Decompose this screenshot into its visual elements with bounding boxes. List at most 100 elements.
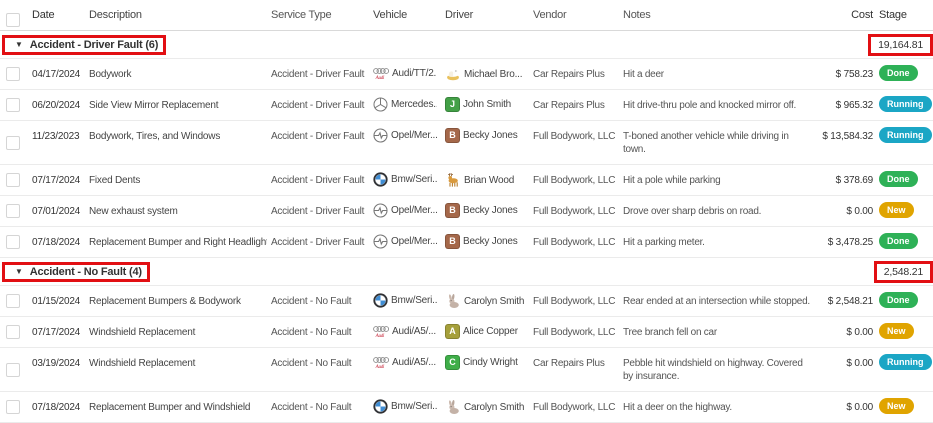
svg-text:Audi: Audi	[375, 76, 385, 80]
driver-cell: CCindy Wright	[439, 348, 527, 370]
table-row[interactable]: 07/17/2024Fixed DentsAccident - Driver F…	[0, 165, 933, 196]
table-row[interactable]: 07/18/2024Replacement Bumper and Right H…	[0, 227, 933, 258]
row-checkbox[interactable]	[6, 363, 20, 377]
highlight-box-group-total: 2,548.21	[874, 261, 933, 283]
table-row[interactable]: 01/15/2024Replacement Bumpers & Bodywork…	[0, 286, 933, 317]
vendor-cell: Full Bodywork, LLC	[527, 196, 617, 226]
notes-cell: Hit drive-thru pole and knocked mirror o…	[617, 90, 815, 120]
stage-cell: New	[875, 196, 933, 218]
rabbit-avatar-icon	[445, 293, 461, 309]
collapse-arrow-icon[interactable]: ▼	[15, 267, 23, 276]
date-cell: 07/01/2024	[26, 196, 83, 226]
service-type-cell: Accident - No Fault	[267, 317, 367, 347]
driver-cell: Carolyn Smith	[439, 286, 527, 309]
row-checkbox[interactable]	[6, 204, 20, 218]
row-checkbox[interactable]	[6, 400, 20, 414]
notes-cell: T-boned another vehicle while driving in…	[617, 121, 815, 164]
notes-cell: Hit a deer	[617, 59, 815, 89]
column-header-label: Service Type	[271, 9, 331, 21]
vendor-cell: Full Bodywork, LLC	[527, 392, 617, 422]
service-type-cell: Accident - Driver Fault	[267, 59, 367, 89]
select-all-checkbox[interactable]	[6, 13, 20, 27]
cost-cell: $ 3,478.25	[815, 227, 875, 257]
driver-initial-avatar: B	[445, 128, 460, 143]
table-row[interactable]: 11/23/2023Bodywork, Tires, and WindowsAc…	[0, 121, 933, 165]
cost-cell: $ 2,548.21	[815, 286, 875, 316]
column-header-select[interactable]	[0, 0, 26, 30]
row-checkbox[interactable]	[6, 173, 20, 187]
row-select-cell	[0, 227, 26, 257]
collapse-arrow-icon[interactable]: ▼	[15, 40, 23, 49]
column-header-vehicle[interactable]: Vehicle	[367, 0, 439, 22]
description-cell: Fixed Dents	[83, 165, 267, 195]
row-checkbox[interactable]	[6, 235, 20, 249]
column-header-driver[interactable]: Driver	[439, 0, 527, 22]
column-header-notes[interactable]: Notes	[617, 0, 815, 30]
driver-cell: Carolyn Smith	[439, 392, 527, 415]
row-checkbox[interactable]	[6, 67, 20, 81]
driver-name: Alice Copper	[463, 325, 518, 338]
vehicle-label: Opel/Mer...	[391, 235, 437, 248]
vehicle-cell: Bmw/Seri...	[367, 286, 439, 308]
vehicle-label: Audi/TT/2...	[392, 67, 437, 80]
opel-logo-icon	[373, 234, 388, 249]
group-cost-total: 2,548.21	[882, 265, 925, 279]
table-row[interactable]: 07/17/2024Windshield ReplacementAccident…	[0, 317, 933, 348]
column-header-label: Driver	[445, 9, 473, 22]
group-total-wrap: 19,164.81	[868, 34, 933, 56]
driver-cell: JJohn Smith	[439, 90, 527, 112]
vendor-cell: Full Bodywork, LLC	[527, 121, 617, 164]
vehicle-cell: Audi Audi/TT/2...	[367, 59, 439, 80]
vehicle-cell: Mercedes...	[367, 90, 439, 112]
group-cost-total: 19,164.81	[876, 38, 925, 52]
row-checkbox[interactable]	[6, 98, 20, 112]
notes-cell: Hit a deer on the highway.	[617, 392, 815, 422]
row-checkbox[interactable]	[6, 136, 20, 150]
table-row[interactable]: 03/19/2024Windshield ReplacementAccident…	[0, 348, 933, 392]
stage-badge: New	[879, 202, 914, 218]
vehicle-label: Opel/Mer...	[391, 204, 437, 217]
mercedes-logo-icon	[373, 97, 388, 112]
column-header-date[interactable]: Date	[26, 0, 83, 30]
column-header-service_type[interactable]: Service Type	[267, 0, 367, 30]
table-row[interactable]: 07/01/2024New exhaust systemAccident - D…	[0, 196, 933, 227]
date-cell: 07/17/2024	[26, 317, 83, 347]
description-cell: Windshield Replacement	[83, 317, 267, 347]
vendor-cell: Full Bodywork, LLC	[527, 165, 617, 195]
column-header-description[interactable]: Description	[83, 0, 267, 30]
row-select-cell	[0, 59, 26, 89]
date-cell: 04/17/2024	[26, 59, 83, 89]
vehicle-cell: AudiAudi/A5/...	[367, 348, 439, 369]
table-row[interactable]: 04/17/2024BodyworkAccident - Driver Faul…	[0, 59, 933, 90]
row-checkbox[interactable]	[6, 325, 20, 339]
row-checkbox[interactable]	[6, 294, 20, 308]
deer-avatar-icon	[445, 172, 461, 188]
service-records-grid: DateDescription Service Type Vehicle Driver…	[0, 0, 933, 423]
vendor-cell: Full Bodywork, LLC	[527, 227, 617, 257]
row-select-cell	[0, 317, 26, 347]
driver-initial-avatar: C	[445, 355, 460, 370]
bmw-logo-icon	[373, 172, 388, 187]
service-type-cell: Accident - Driver Fault	[267, 121, 367, 164]
rabbit-avatar-icon	[445, 399, 461, 415]
row-select-cell	[0, 90, 26, 120]
group-row[interactable]: ▼Accident - Driver Fault (6)19,164.81	[0, 31, 933, 59]
svg-text:Audi: Audi	[375, 365, 385, 369]
description-cell: Side View Mirror Replacement	[83, 90, 267, 120]
notes-cell: Rear ended at an intersection while stop…	[617, 286, 815, 316]
table-row[interactable]: 06/20/2024Side View Mirror ReplacementAc…	[0, 90, 933, 121]
table-row[interactable]: 07/18/2024Replacement Bumper and Windshi…	[0, 392, 933, 423]
column-header-stage[interactable]: Stage	[875, 0, 933, 22]
group-row[interactable]: ▼Accident - No Fault (4)2,548.21	[0, 258, 933, 286]
cost-cell: $ 13,584.32	[815, 121, 875, 164]
row-select-cell	[0, 286, 26, 316]
vehicle-label: Mercedes...	[391, 98, 437, 111]
column-header-label: Vendor	[533, 9, 566, 21]
column-header-cost[interactable]: Cost	[815, 0, 875, 30]
service-type-cell: Accident - No Fault	[267, 348, 367, 391]
description-cell: Bodywork, Tires, and Windows	[83, 121, 267, 164]
row-select-cell	[0, 196, 26, 226]
column-header-vendor[interactable]: Vendor	[527, 0, 617, 30]
description-cell: New exhaust system	[83, 196, 267, 226]
notes-cell: Hit a pole while parking	[617, 165, 815, 195]
